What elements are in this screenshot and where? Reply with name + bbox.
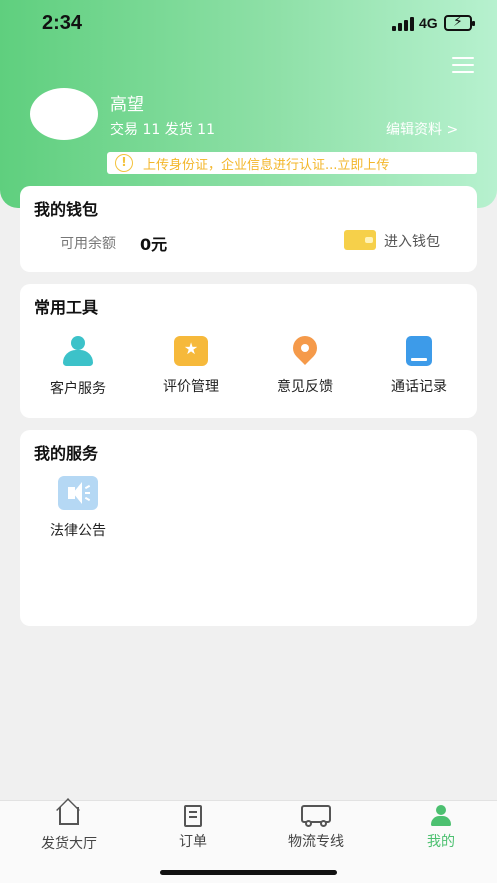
tool-review-management[interactable]: 评价管理 [146, 336, 236, 396]
home-icon [59, 807, 79, 825]
document-icon [184, 805, 202, 827]
status-bar: 2:34 4G ⚡ [0, 0, 497, 48]
balance-label: 可用余额 [60, 236, 116, 252]
tools-card: 常用工具 客户服务 评价管理 意见反馈 通话记录 [20, 284, 477, 418]
profile-header: 2:34 4G ⚡ 高望 交易 11 发货 11 编辑资料 > ! 上传身份证，… [0, 0, 497, 208]
wallet-icon[interactable] [344, 230, 376, 250]
verification-notice[interactable]: ! 上传身份证，企业信息进行认证...立即上传 [107, 152, 477, 174]
person-icon [430, 805, 452, 827]
tab-label: 发货大厅 [41, 836, 97, 852]
tool-label: 意见反馈 [277, 379, 333, 395]
call-log-icon [406, 336, 432, 366]
truck-icon [301, 805, 331, 827]
tab-orders[interactable]: 订单 [138, 805, 248, 851]
tool-label: 评价管理 [163, 379, 219, 395]
feedback-pin-icon [288, 331, 322, 366]
tool-label: 通话记录 [391, 379, 447, 395]
speaker-icon [58, 476, 98, 510]
services-title: 我的服务 [34, 444, 99, 463]
tab-label: 物流专线 [288, 834, 344, 850]
tools-title: 常用工具 [34, 298, 99, 317]
tab-label: 我的 [427, 834, 455, 850]
profile-stats: 交易 11 发货 11 [110, 122, 215, 138]
avatar[interactable] [30, 88, 98, 140]
balance-value: 0元 [140, 235, 168, 254]
wallet-card: 我的钱包 可用余额 0元 进入钱包 [20, 186, 477, 272]
service-legal-notice[interactable]: 法律公告 [42, 476, 114, 540]
wallet-title: 我的钱包 [34, 200, 99, 219]
username: 高望 [110, 95, 144, 115]
tab-me[interactable]: 我的 [386, 805, 496, 851]
customer-service-icon [61, 336, 95, 368]
service-label: 法律公告 [50, 523, 106, 539]
tab-shipping-hall[interactable]: 发货大厅 [14, 805, 124, 853]
settings-icon[interactable] [452, 56, 474, 74]
network-type: 4G [419, 15, 438, 31]
tool-call-log[interactable]: 通话记录 [374, 336, 464, 396]
edit-profile-link[interactable]: 编辑资料 > [386, 119, 458, 139]
enter-wallet-link[interactable]: 进入钱包 [384, 231, 440, 251]
tab-logistics[interactable]: 物流专线 [261, 805, 371, 851]
tool-feedback[interactable]: 意见反馈 [260, 331, 350, 396]
notice-text: 上传身份证，企业信息进行认证...立即上传 [143, 157, 390, 173]
star-icon [174, 336, 208, 366]
home-indicator [160, 870, 337, 875]
battery-icon: ⚡ [444, 14, 475, 31]
status-time: 2:34 [42, 12, 83, 34]
tool-label: 客户服务 [50, 381, 106, 397]
tab-label: 订单 [179, 834, 207, 850]
services-card: 我的服务 法律公告 [20, 430, 477, 626]
warning-icon: ! [115, 154, 133, 172]
tool-customer-service[interactable]: 客户服务 [33, 336, 123, 398]
signal-icon [392, 17, 414, 31]
